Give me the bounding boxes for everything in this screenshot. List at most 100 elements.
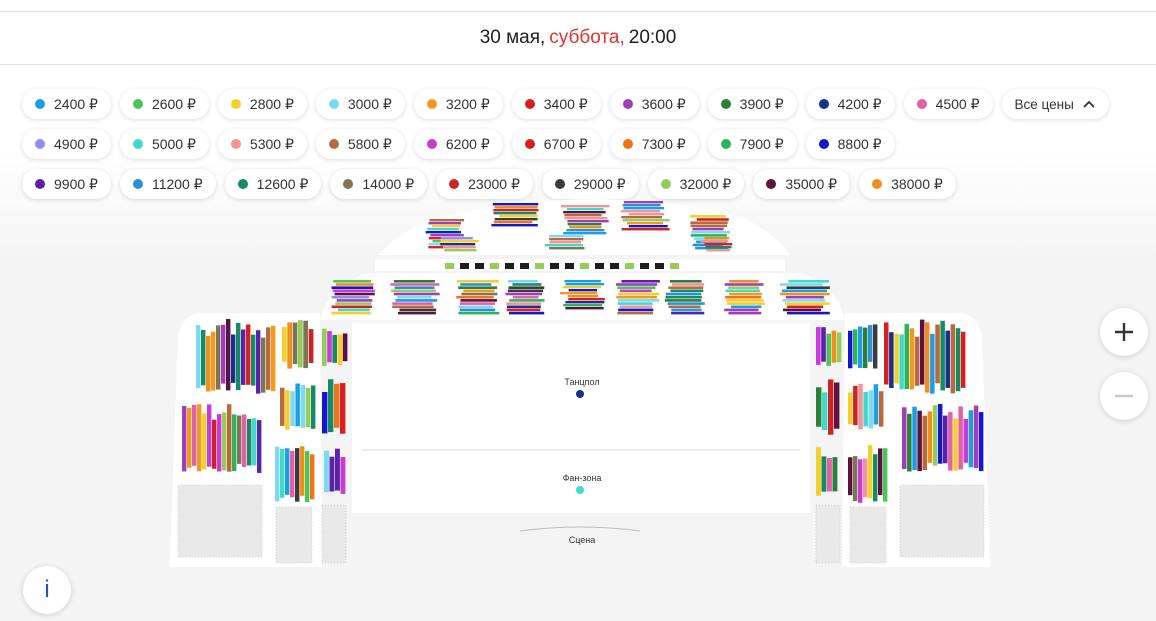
seat-section-block xyxy=(252,418,257,466)
venue-seat-map[interactable]: Танцпол Фан-зона Сцена xyxy=(0,195,1156,575)
price-label: 2400 ₽ xyxy=(54,95,98,112)
price-filter-chip[interactable]: 2600 ₽ xyxy=(119,89,209,119)
vip-box-seat xyxy=(580,263,589,269)
seat-section-block xyxy=(780,283,823,286)
price-filter-chip[interactable]: 6700 ₽ xyxy=(511,129,601,159)
seat-section-block xyxy=(945,330,950,388)
price-filter-chip[interactable]: 7300 ₽ xyxy=(609,129,699,159)
event-datetime-header: 30 мая, суббота, 20:00 xyxy=(0,12,1156,65)
zoom-in-button[interactable] xyxy=(1100,308,1148,356)
price-filter-chip[interactable]: 5800 ₽ xyxy=(315,129,405,159)
seat-section-block xyxy=(617,302,653,305)
seat-section-block xyxy=(508,311,545,315)
seat-section-block xyxy=(953,418,958,471)
vip-box-seat xyxy=(670,263,679,269)
seat-section-block xyxy=(562,286,602,289)
seat-section-block xyxy=(668,305,701,309)
seat-section-block xyxy=(331,286,374,289)
seat-section-block xyxy=(266,327,271,390)
plus-icon xyxy=(1115,323,1133,341)
price-filter-chip[interactable]: 3600 ₽ xyxy=(609,89,699,119)
seat-section-block xyxy=(922,415,927,471)
price-color-dot xyxy=(35,99,45,109)
price-filter-chip[interactable]: 2800 ₽ xyxy=(217,89,307,119)
price-filter-chip[interactable]: 4900 ₽ xyxy=(22,129,111,159)
info-button[interactable]: i xyxy=(23,566,71,614)
seat-section-block xyxy=(566,229,605,232)
seat-section-block xyxy=(391,289,436,293)
seat-section-block xyxy=(863,392,868,427)
price-filter-chip[interactable]: 5300 ₽ xyxy=(217,129,307,159)
seat-section-block xyxy=(873,384,879,425)
seat-section-block xyxy=(271,325,276,392)
price-filter-chip[interactable]: 5000 ₽ xyxy=(119,129,209,159)
seat-section-block xyxy=(324,450,329,493)
price-filter-chip[interactable]: 7900 ₽ xyxy=(707,129,797,159)
seat-section-block xyxy=(549,241,582,244)
seat-section-block xyxy=(919,319,925,385)
seat-section-block xyxy=(443,246,476,249)
seat-section-block xyxy=(394,280,435,283)
seat-section-block xyxy=(858,326,863,368)
seat-section-block xyxy=(331,311,371,315)
seat-section-block xyxy=(332,289,375,293)
seat-section-block xyxy=(628,213,665,216)
seat-section-block xyxy=(506,305,541,309)
seat-section-block xyxy=(207,404,212,467)
seat-section-block xyxy=(460,302,495,305)
seat-section-block xyxy=(821,456,827,492)
seat-section-block xyxy=(725,289,760,293)
price-color-dot xyxy=(426,99,437,109)
seat-section-block xyxy=(295,448,300,502)
seat-section-block xyxy=(567,295,599,298)
vip-box-seat xyxy=(445,263,454,269)
seat-section-block xyxy=(182,405,187,472)
unavailable-seat-grid xyxy=(177,484,263,558)
all-prices-toggle[interactable]: Все цены xyxy=(1001,89,1109,119)
seat-section-block xyxy=(623,207,665,210)
vip-box-seat xyxy=(610,263,619,269)
seat-section-block xyxy=(730,305,762,309)
price-filter-chip[interactable]: 6200 ₽ xyxy=(413,129,503,159)
price-filter-chip[interactable]: 4200 ₽ xyxy=(805,89,895,119)
seat-section-block xyxy=(705,246,732,249)
price-label: 3000 ₽ xyxy=(347,95,392,112)
zoom-out-button[interactable] xyxy=(1100,372,1148,420)
seat-section-block xyxy=(563,232,607,235)
seat-section-block xyxy=(617,286,656,289)
seat-section-block xyxy=(494,206,538,209)
seat-section-block xyxy=(907,413,912,472)
event-time: 20:00 xyxy=(628,27,677,48)
seat-section-block xyxy=(560,205,610,208)
seat-section-block xyxy=(616,283,658,286)
price-filter-chip[interactable]: 3400 ₽ xyxy=(511,89,601,119)
seat-section-block xyxy=(950,324,956,394)
seat-section-block xyxy=(221,324,226,384)
price-color-dot xyxy=(554,179,565,189)
seat-section-block xyxy=(853,329,858,365)
seat-section-block xyxy=(616,295,657,299)
price-filter-chip[interactable]: 3200 ₽ xyxy=(413,89,503,119)
price-filter-chip[interactable]: 3000 ₽ xyxy=(315,89,405,119)
seat-section-block xyxy=(706,249,730,252)
seat-section-block xyxy=(212,419,217,469)
seat-section-block xyxy=(310,385,316,429)
seat-section-block xyxy=(332,335,337,363)
seat-section-block xyxy=(246,324,251,385)
seat-section-block xyxy=(725,295,762,299)
seat-section-block xyxy=(670,289,704,293)
price-filter-chip[interactable]: 3900 ₽ xyxy=(707,89,797,119)
seat-section-block xyxy=(943,415,948,464)
seat-section-block xyxy=(863,327,868,369)
price-filter-chip[interactable]: 2400 ₽ xyxy=(22,89,111,119)
seat-section-block xyxy=(460,283,492,286)
price-filter-chip[interactable]: 8800 ₽ xyxy=(805,129,895,159)
price-color-dot xyxy=(132,139,143,149)
price-color-dot xyxy=(132,99,143,109)
seat-section-block xyxy=(290,450,295,498)
seat-section-block xyxy=(618,292,660,296)
price-filter-chip[interactable]: 4500 ₽ xyxy=(903,89,993,119)
seat-section-block xyxy=(295,383,300,427)
seat-section-block xyxy=(563,304,603,307)
seat-section-block xyxy=(202,413,207,470)
